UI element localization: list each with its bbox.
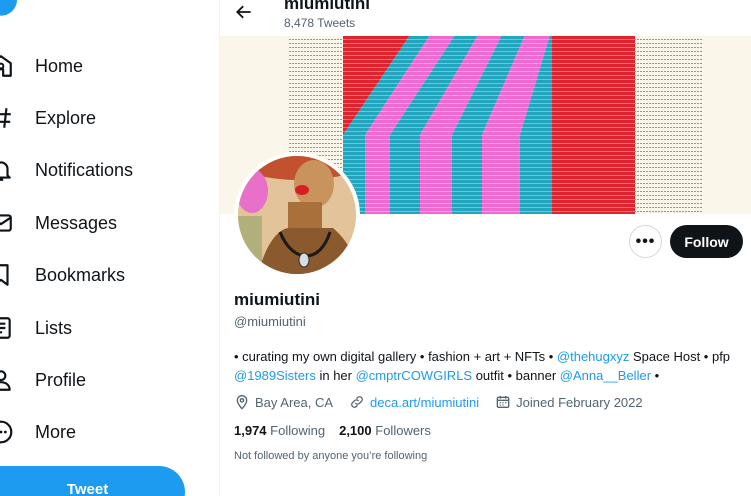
followers-link[interactable]: 2,100 Followers (339, 423, 431, 438)
profile-meta: Bay Area, CA deca.art/miumiutini Joined … (234, 392, 643, 412)
sidebar-item-label: Messages (35, 212, 118, 233)
location-pin-icon (236, 395, 248, 410)
bio-mention-link[interactable]: @Anna__Beller (560, 368, 651, 383)
sidebar-item-label: More (35, 421, 77, 442)
bio-mention-link[interactable]: @cmptrCOWGIRLS (356, 368, 472, 383)
envelope-icon (0, 214, 12, 232)
bio-mention-link[interactable]: @thehugxyz (557, 349, 629, 364)
following-label: Following (270, 423, 326, 438)
profile-name: miumiutini (234, 290, 320, 309)
bio-text: outfit • banner (472, 368, 560, 383)
profile-location: Bay Area, CA (255, 394, 334, 410)
sidebar-item-label: Lists (35, 317, 73, 338)
person-icon (0, 370, 11, 391)
profile-website-link[interactable]: deca.art/miumiutini (370, 395, 479, 410)
link-icon (351, 396, 363, 408)
avatar-image (238, 156, 356, 274)
bio-text: Space Host • pfp (629, 349, 731, 364)
following-link[interactable]: 1,974 Following (234, 423, 325, 438)
profile-header: miumiutini 8,478 Tweets (220, 0, 751, 36)
profile-joined-date: Joined February 2022 (516, 394, 643, 410)
sidebar: Home Explore Notifications Messages Book… (0, 0, 219, 496)
sidebar-item-label: Home (35, 55, 84, 76)
bio-mention-link[interactable]: @1989Sisters (234, 368, 316, 383)
hashtag-icon (0, 108, 11, 128)
more-circle-icon (0, 420, 13, 444)
sidebar-item-label: Notifications (35, 159, 134, 180)
following-count: 1,974 (234, 423, 267, 438)
bio-text: • curating my own digital gallery • fash… (234, 349, 557, 364)
back-arrow-icon[interactable] (234, 2, 254, 22)
bell-icon (0, 161, 11, 181)
profile-main: miumiutini 8,478 Tweets ••• Follow miumi… (220, 0, 751, 496)
profile-handle: @miumiutini (234, 314, 306, 329)
follow-button[interactable]: Follow (670, 225, 743, 258)
twitter-logo-icon[interactable] (0, 0, 20, 18)
more-options-button[interactable]: ••• (629, 225, 662, 258)
followers-label: Followers (375, 423, 431, 438)
avatar[interactable] (234, 152, 360, 278)
header-tweet-count: 8,478 Tweets (284, 16, 356, 30)
calendar-icon (496, 396, 510, 408)
header-name: miumiutini (284, 0, 370, 13)
bio-text: • (651, 368, 660, 383)
profile-stats: 1,974 Following 2,100 Followers (234, 423, 431, 438)
list-icon (0, 317, 11, 339)
followers-count: 2,100 (339, 423, 372, 438)
profile-bio: • curating my own digital gallery • fash… (234, 347, 739, 385)
bio-text: in her (315, 368, 356, 383)
tweet-button[interactable]: Tweet (0, 466, 185, 496)
sidebar-item-label: Bookmarks (35, 264, 126, 285)
sidebar-item-label: Profile (35, 369, 87, 390)
home-icon (0, 55, 12, 77)
not-followed-notice: Not followed by anyone you’re following (234, 450, 428, 462)
bookmark-icon (0, 264, 9, 286)
sidebar-item-label: Explore (35, 107, 97, 128)
